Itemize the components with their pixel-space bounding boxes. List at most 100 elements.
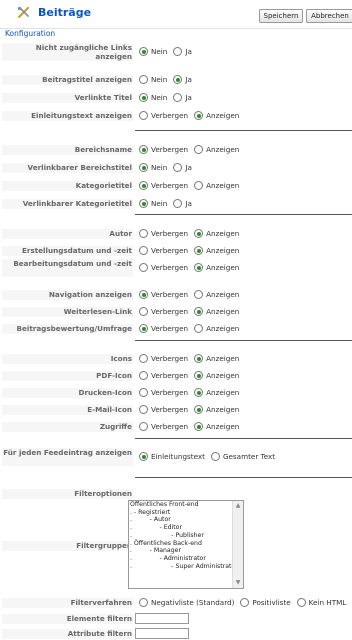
radio-option[interactable]: Verbergen [138, 229, 188, 238]
scroll-down-icon[interactable]: ▼ [233, 578, 243, 588]
radio-button[interactable] [194, 405, 204, 414]
radio-option[interactable]: Anzeigen [193, 145, 239, 154]
radio-button[interactable] [296, 598, 306, 607]
radio-option[interactable]: Verbergen [138, 290, 188, 299]
radio-option[interactable]: Verbergen [138, 354, 188, 363]
radio-option[interactable]: Verbergen [138, 371, 188, 380]
radio-button[interactable] [194, 246, 204, 255]
radio-button[interactable] [173, 199, 183, 208]
radio-option[interactable]: Nein [138, 93, 167, 102]
radio-button[interactable] [139, 263, 148, 272]
radio-button[interactable] [139, 405, 148, 414]
radio-button[interactable] [194, 388, 204, 397]
radio-option[interactable]: Verbergen [138, 324, 188, 333]
radio-button[interactable] [139, 75, 148, 84]
radio-button[interactable] [194, 422, 204, 431]
radio-option[interactable]: Anzeigen [193, 246, 239, 255]
radio-button[interactable] [139, 324, 148, 333]
radio-button[interactable] [139, 93, 148, 102]
listbox-option[interactable]: . - Administrator [129, 555, 243, 563]
radio-option[interactable]: Negativliste (Standard) [138, 598, 234, 607]
radio-button[interactable] [139, 246, 148, 255]
listbox-option[interactable]: . Öffentliches Back-end [129, 540, 243, 548]
radio-option[interactable]: Anzeigen [193, 290, 239, 299]
listbox-option[interactable]: Öffentliches Front-end [129, 501, 243, 509]
radio-button[interactable] [139, 290, 148, 299]
radio-button[interactable] [240, 598, 250, 607]
radio-button[interactable] [139, 229, 148, 238]
radio-option[interactable]: Anzeigen [193, 307, 239, 316]
radio-option[interactable]: Positivliste [239, 598, 291, 607]
radio-button[interactable] [194, 307, 204, 316]
radio-option[interactable]: Anzeigen [193, 229, 239, 238]
radio-button[interactable] [139, 47, 148, 56]
radio-button[interactable] [139, 307, 148, 316]
listbox-option[interactable]: . - Editor [129, 524, 243, 532]
radio-option[interactable]: Nein [138, 47, 167, 56]
radio-option[interactable]: Ja [172, 199, 192, 208]
radio-option[interactable]: Kein HTML [296, 598, 346, 607]
radio-option[interactable]: Anzeigen [193, 354, 239, 363]
radio-option[interactable]: Anzeigen [193, 111, 239, 120]
radio-option[interactable]: Nein [138, 75, 167, 84]
filter-groups-listbox[interactable]: Öffentliches Front-end. - Registriert. -… [128, 500, 244, 589]
listbox-scrollbar[interactable]: ▲ ▼ [232, 501, 243, 588]
scroll-up-icon[interactable]: ▲ [233, 501, 243, 511]
listbox-option[interactable]: . - Manager [129, 547, 243, 555]
radio-button[interactable] [139, 111, 148, 120]
radio-option[interactable]: Verbergen [138, 405, 188, 414]
radio-option[interactable]: Anzeigen [193, 371, 239, 380]
radio-option[interactable]: Ja [172, 75, 192, 84]
radio-button[interactable] [194, 290, 204, 299]
radio-button[interactable] [173, 163, 183, 172]
radio-option[interactable]: Verbergen [138, 263, 188, 272]
radio-button[interactable] [173, 47, 183, 56]
radio-option[interactable]: Ja [172, 93, 192, 102]
radio-button[interactable] [194, 181, 204, 190]
radio-option[interactable]: Anzeigen [193, 181, 239, 190]
save-button[interactable]: Speichern [259, 9, 303, 23]
radio-option[interactable]: Verbergen [138, 388, 188, 397]
listbox-option[interactable]: . - Publisher [129, 532, 243, 540]
listbox-option[interactable]: . - Autor [129, 516, 243, 524]
radio-option[interactable]: Verbergen [138, 307, 188, 316]
radio-option[interactable]: Verbergen [138, 246, 188, 255]
radio-option[interactable]: Nein [138, 163, 167, 172]
radio-option[interactable]: Ja [172, 163, 192, 172]
radio-option[interactable]: Einleitungstext [138, 452, 205, 461]
radio-option[interactable]: Anzeigen [193, 263, 239, 272]
radio-option[interactable]: Anzeigen [193, 388, 239, 397]
radio-button[interactable] [139, 598, 148, 607]
radio-button[interactable] [173, 93, 183, 102]
radio-option[interactable]: Anzeigen [193, 324, 239, 333]
radio-button[interactable] [194, 145, 204, 154]
radio-button[interactable] [139, 163, 148, 172]
radio-option[interactable]: Anzeigen [193, 405, 239, 414]
radio-option[interactable]: Gesamter Text [210, 452, 275, 461]
radio-button[interactable] [173, 75, 183, 84]
radio-option[interactable]: Anzeigen [193, 422, 239, 431]
radio-option[interactable]: Verbergen [138, 181, 188, 190]
radio-button[interactable] [139, 181, 148, 190]
radio-button[interactable] [194, 371, 204, 380]
radio-button[interactable] [139, 452, 148, 461]
radio-option[interactable]: Nein [138, 199, 167, 208]
radio-button[interactable] [194, 111, 204, 120]
radio-button[interactable] [194, 354, 204, 363]
radio-button[interactable] [210, 452, 220, 461]
radio-button[interactable] [194, 324, 204, 333]
radio-button[interactable] [139, 371, 148, 380]
radio-button[interactable] [139, 422, 148, 431]
radio-button[interactable] [139, 145, 148, 154]
radio-option[interactable]: Verbergen [138, 422, 188, 431]
attribute-filter-input[interactable] [135, 628, 189, 639]
radio-button[interactable] [194, 263, 204, 272]
cancel-button[interactable]: Abbrechen [306, 9, 352, 23]
radio-button[interactable] [139, 388, 148, 397]
element-filter-input[interactable] [135, 613, 189, 624]
radio-option[interactable]: Verbergen [138, 111, 188, 120]
radio-button[interactable] [139, 354, 148, 363]
radio-button[interactable] [194, 229, 204, 238]
radio-option[interactable]: Ja [172, 47, 192, 56]
radio-option[interactable]: Verbergen [138, 145, 188, 154]
